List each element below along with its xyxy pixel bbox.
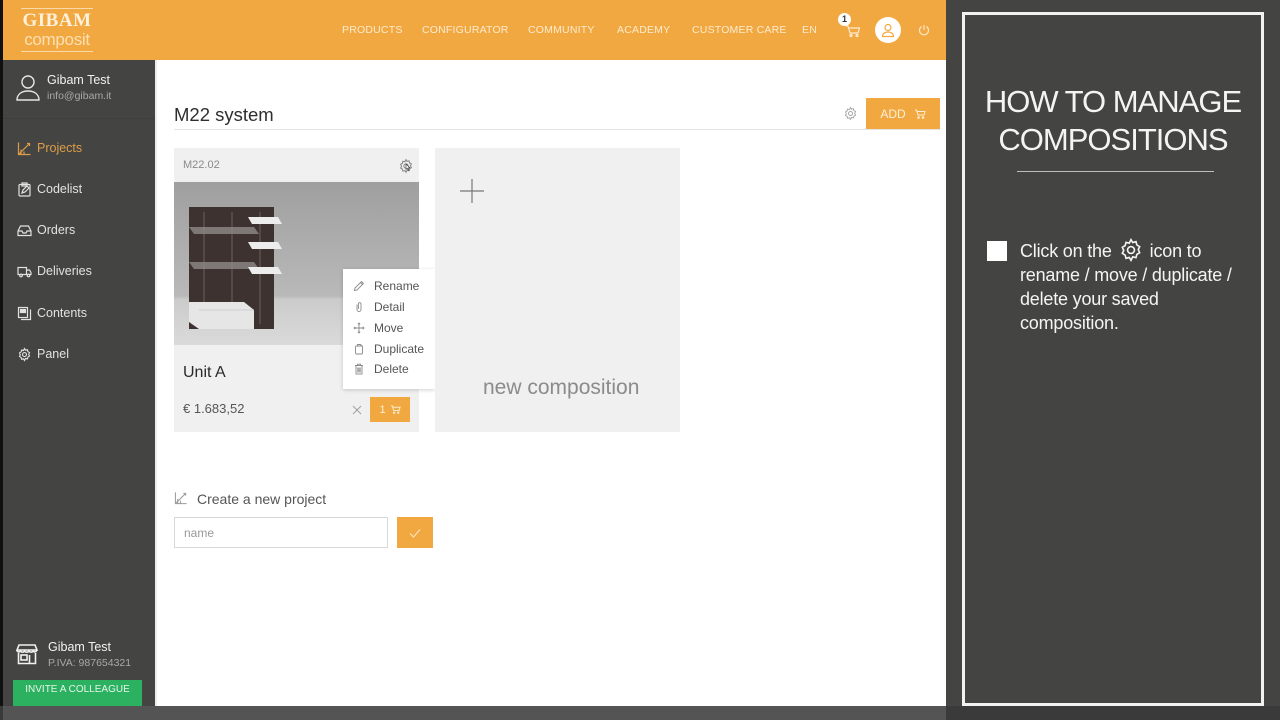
company-info: Gibam Test P.IVA: 987654321 bbox=[13, 640, 153, 674]
composition-price: € 1.683,52 bbox=[183, 401, 245, 416]
bottom-bar-segment bbox=[3, 706, 946, 720]
truck-icon bbox=[17, 264, 32, 279]
store-icon bbox=[15, 642, 39, 666]
close-icon[interactable] bbox=[351, 403, 363, 415]
composition-settings-gear-icon[interactable] bbox=[398, 158, 414, 174]
new-composition-card[interactable]: new composition bbox=[435, 148, 680, 432]
nav-products[interactable]: PRODUCTS bbox=[342, 24, 403, 36]
composition-card[interactable]: M22.02 GIBAM bbox=[174, 148, 435, 432]
move-icon bbox=[352, 321, 366, 335]
nav-configurator[interactable]: CONFIGURATOR bbox=[422, 24, 509, 36]
user-avatar[interactable] bbox=[875, 17, 901, 43]
trash-icon bbox=[352, 362, 366, 376]
menu-item-move[interactable]: Move bbox=[352, 319, 403, 337]
create-project-button[interactable] bbox=[397, 517, 433, 548]
language-selector[interactable]: EN bbox=[802, 24, 817, 36]
sidebar-item-label: Projects bbox=[37, 141, 83, 155]
top-bar: GIBAM composit PRODUCTS CONFIGURATOR COM… bbox=[3, 0, 946, 60]
sidebar-item-label: Codelist bbox=[37, 182, 83, 196]
sidebar-item-contents[interactable]: Contents bbox=[17, 303, 87, 323]
menu-item-label: Move bbox=[374, 321, 404, 335]
checkmark-icon bbox=[409, 528, 421, 538]
quantity-cart-button[interactable]: 1 bbox=[370, 397, 410, 422]
cart-icon bbox=[914, 109, 926, 119]
clipboard-icon bbox=[17, 181, 32, 197]
sidebar-item-projects[interactable]: Projects bbox=[17, 138, 82, 158]
logo-text: GIBAM bbox=[22, 10, 92, 31]
instruction-text-start: Click on the bbox=[1020, 241, 1112, 261]
project-name-input[interactable] bbox=[174, 517, 388, 548]
paperclip-icon bbox=[352, 300, 366, 314]
company-vat: P.IVA: 987654321 bbox=[48, 657, 132, 669]
menu-item-delete[interactable]: Delete bbox=[352, 360, 409, 378]
sidebar-item-panel[interactable]: Panel bbox=[17, 344, 69, 364]
projects-icon bbox=[174, 491, 188, 505]
title-divider bbox=[174, 129, 940, 130]
invite-colleague-button[interactable]: INVITE A COLLEAGUE bbox=[13, 680, 142, 706]
main-content: M22 system ADD M22.02 Unit A € 1.683,52 … bbox=[155, 60, 946, 706]
sidebar: Gibam Test info@gibam.it Projects Codeli… bbox=[3, 60, 155, 706]
screen: GIBAM composit PRODUCTS CONFIGURATOR COM… bbox=[0, 0, 1280, 720]
menu-item-label: Rename bbox=[374, 279, 420, 293]
nav-academy[interactable]: ACADEMY bbox=[617, 24, 670, 36]
sidebar-item-orders[interactable]: Orders bbox=[17, 220, 75, 240]
cart-icon bbox=[390, 405, 401, 414]
user-name: Gibam Test bbox=[47, 73, 110, 87]
composition-context-menu: Rename Detail Move Duplicate Delete bbox=[343, 269, 435, 389]
sidebar-item-label: Orders bbox=[37, 223, 76, 237]
tutorial-panel: HOW TO MANAGE COMPOSITIONS Click on the i… bbox=[946, 0, 1280, 706]
user-icon bbox=[881, 23, 895, 38]
menu-item-label: Detail bbox=[374, 300, 405, 314]
page-title: M22 system bbox=[174, 104, 274, 125]
bullet-square-icon bbox=[987, 241, 1007, 261]
tutorial-title-line2: COMPOSITIONS bbox=[998, 122, 1228, 157]
add-to-cart-button[interactable]: ADD bbox=[866, 98, 940, 129]
menu-item-label: Duplicate bbox=[374, 342, 425, 356]
tutorial-title: HOW TO MANAGE COMPOSITIONS bbox=[965, 83, 1261, 159]
tutorial-instruction: Click on the icon to rename / move / dupl… bbox=[1020, 237, 1250, 335]
composition-name: Unit A bbox=[183, 364, 226, 381]
user-icon bbox=[15, 74, 41, 102]
menu-item-rename[interactable]: Rename bbox=[352, 277, 419, 295]
company-name: Gibam Test bbox=[48, 640, 111, 654]
duplicate-icon bbox=[352, 342, 366, 356]
nav-community[interactable]: COMMUNITY bbox=[528, 24, 595, 36]
nav-customer-care[interactable]: CUSTOMER CARE bbox=[692, 24, 787, 36]
gear-icon bbox=[1116, 237, 1146, 262]
sidebar-item-label: Deliveries bbox=[37, 264, 92, 278]
sidebar-user[interactable]: Gibam Test info@gibam.it bbox=[15, 72, 155, 116]
sidebar-item-codelist[interactable]: Codelist bbox=[17, 179, 82, 199]
tutorial-divider bbox=[1017, 171, 1214, 172]
menu-item-label: Delete bbox=[374, 362, 409, 376]
tutorial-frame: HOW TO MANAGE COMPOSITIONS Click on the i… bbox=[962, 12, 1264, 706]
plus-icon bbox=[459, 178, 485, 204]
tutorial-title-line1: HOW TO MANAGE bbox=[984, 84, 1242, 119]
gear-icon[interactable] bbox=[843, 106, 858, 121]
projects-icon bbox=[17, 141, 32, 156]
gear-icon bbox=[17, 346, 32, 362]
quantity-value: 1 bbox=[379, 403, 386, 416]
new-project-label: Create a new project bbox=[197, 491, 327, 507]
logo[interactable]: GIBAM composit bbox=[21, 8, 93, 52]
app-window: GIBAM composit PRODUCTS CONFIGURATOR COM… bbox=[3, 0, 946, 706]
user-email: info@gibam.it bbox=[47, 90, 112, 102]
menu-item-detail[interactable]: Detail bbox=[352, 298, 405, 316]
cart-count-badge: 1 bbox=[838, 13, 851, 26]
add-button-label: ADD bbox=[880, 106, 906, 121]
bottom-bar bbox=[0, 706, 1280, 720]
menu-item-duplicate[interactable]: Duplicate bbox=[352, 340, 424, 358]
documents-icon bbox=[17, 306, 32, 321]
power-icon[interactable] bbox=[917, 23, 931, 37]
sidebar-item-label: Contents bbox=[37, 306, 88, 320]
inbox-icon bbox=[17, 223, 32, 238]
sidebar-item-deliveries[interactable]: Deliveries bbox=[17, 261, 92, 281]
sidebar-item-label: Panel bbox=[37, 347, 69, 361]
composition-code: M22.02 bbox=[183, 159, 220, 171]
new-composition-label: new composition bbox=[483, 376, 640, 399]
pencil-icon bbox=[352, 279, 366, 293]
sidebar-divider bbox=[3, 118, 155, 119]
logo-subtext: composit bbox=[24, 30, 90, 49]
